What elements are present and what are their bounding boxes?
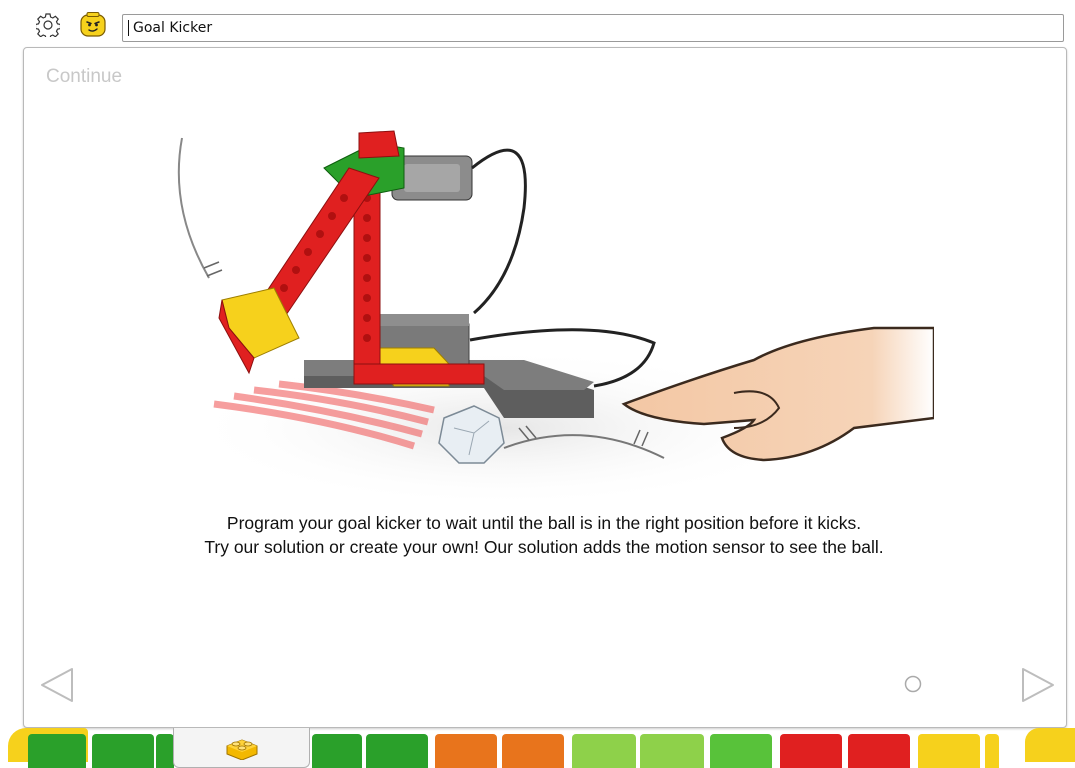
palette-block-tilt-sensor[interactable]	[918, 734, 980, 768]
page-indicator-dot[interactable]	[904, 675, 922, 693]
palette-block-display-sub[interactable]	[640, 734, 704, 768]
palette-block-motor-off[interactable]	[156, 734, 174, 768]
palette-block-motion-sensor[interactable]	[848, 734, 910, 768]
palette-block-sound[interactable]	[435, 734, 497, 768]
palette-block-motor-power[interactable]	[312, 734, 362, 768]
palette-block-send[interactable]	[710, 734, 772, 768]
palette-block-motor-dir[interactable]	[92, 734, 154, 768]
triangle-right-icon[interactable]	[1017, 665, 1057, 705]
palette-tab[interactable]	[173, 728, 310, 768]
gear-icon[interactable]	[34, 13, 62, 40]
goal-kicker-illustration	[177, 130, 934, 508]
text-caret	[128, 20, 129, 36]
block-palette	[0, 728, 1075, 768]
palette-block-display-add[interactable]	[572, 734, 636, 768]
palette-block-input[interactable]	[985, 734, 999, 768]
lego-brick-icon	[226, 739, 258, 760]
palette-block-display[interactable]	[502, 734, 564, 768]
palette-block-wait[interactable]	[780, 734, 842, 768]
instruction-line-1: Program your goal kicker to wait until t…	[226, 513, 862, 533]
triangle-left-icon[interactable]	[38, 665, 78, 705]
project-title-text: Goal Kicker	[133, 20, 213, 36]
instruction-line-2: Try our solution or create your own! Our…	[204, 537, 884, 557]
palette-block-light[interactable]	[366, 734, 428, 768]
palette-block-loop[interactable]	[1025, 728, 1075, 762]
top-bar: Goal Kicker	[0, 0, 1075, 46]
minifigure-face-icon[interactable]	[80, 12, 106, 38]
content-panel: Continue Program your goal kicker to wai…	[23, 47, 1067, 728]
project-title-input[interactable]: Goal Kicker	[122, 14, 1064, 42]
continue-label[interactable]: Continue	[46, 66, 122, 88]
instructions-text: Program your goal kicker to wait until t…	[64, 511, 1024, 559]
palette-block-motor-on[interactable]	[28, 734, 86, 768]
